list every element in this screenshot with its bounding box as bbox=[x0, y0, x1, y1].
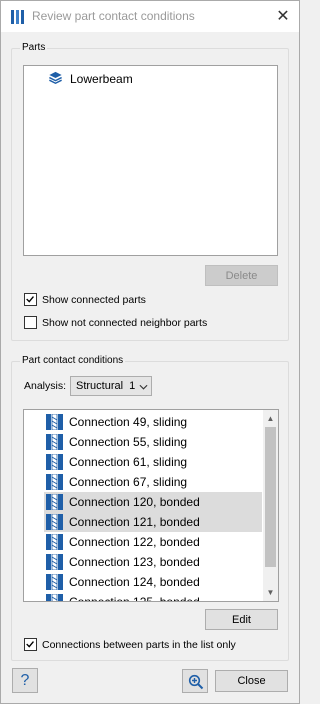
checkmark-icon bbox=[26, 296, 34, 303]
connection-row[interactable]: Connection 121, bonded bbox=[44, 512, 262, 532]
show-connected-checkbox[interactable] bbox=[24, 293, 37, 306]
connection-row-label: Connection 120, bonded bbox=[69, 495, 200, 509]
connection-row[interactable]: Connection 49, sliding bbox=[44, 412, 262, 432]
connection-row-label: Connection 61, sliding bbox=[69, 455, 188, 469]
connection-icon bbox=[46, 494, 63, 510]
title-bar: Review part contact conditions ✕ bbox=[1, 1, 299, 32]
connection-icon bbox=[46, 514, 63, 530]
connection-row[interactable]: Connection 124, bonded bbox=[44, 572, 262, 592]
connection-icon bbox=[46, 454, 63, 470]
connection-row-label: Connection 121, bonded bbox=[69, 515, 200, 529]
connection-row-label: Connection 123, bonded bbox=[69, 555, 200, 569]
dialog-window: Review part contact conditions ✕ Parts L… bbox=[0, 0, 300, 704]
edit-button[interactable]: Edit bbox=[205, 609, 278, 630]
connection-row[interactable]: Connection 123, bonded bbox=[44, 552, 262, 572]
connection-icon bbox=[46, 434, 63, 450]
connection-icon bbox=[46, 534, 63, 550]
show-not-connected-checkbox[interactable] bbox=[24, 316, 37, 329]
parts-group-title: Parts bbox=[20, 42, 48, 53]
scroll-thumb[interactable] bbox=[265, 427, 276, 567]
connection-icon bbox=[46, 474, 63, 490]
delete-button[interactable]: Delete bbox=[205, 265, 278, 286]
connection-row-label: Connection 124, bonded bbox=[69, 575, 200, 589]
parts-list[interactable]: Lowerbeam bbox=[23, 65, 278, 256]
connection-row-label: Connection 55, sliding bbox=[69, 435, 188, 449]
connections-list[interactable]: Connection 49, sliding Connection 55, sli… bbox=[23, 409, 279, 602]
connections-scrollbar[interactable]: ▲ ▼ bbox=[263, 410, 278, 601]
show-not-connected-label: Show not connected neighbor parts bbox=[42, 317, 208, 329]
scroll-up-icon[interactable]: ▲ bbox=[263, 411, 278, 426]
connection-row[interactable]: Connection 120, bonded bbox=[44, 492, 262, 512]
connection-row[interactable]: Connection 125, bonded bbox=[44, 592, 262, 602]
help-button[interactable]: ? bbox=[12, 668, 38, 693]
analysis-label: Analysis: bbox=[24, 380, 67, 392]
between-parts-label: Connections between parts in the list on… bbox=[42, 639, 236, 651]
checkmark-icon bbox=[26, 641, 34, 648]
connection-row[interactable]: Connection 55, sliding bbox=[44, 432, 262, 452]
connection-icon bbox=[46, 574, 63, 590]
zoom-in-icon bbox=[188, 674, 204, 690]
show-connected-label: Show connected parts bbox=[42, 294, 146, 306]
layers-icon bbox=[49, 71, 62, 85]
close-button[interactable]: Close bbox=[215, 670, 288, 692]
connection-icon bbox=[46, 414, 63, 430]
connection-row[interactable]: Connection 61, sliding bbox=[44, 452, 262, 472]
analysis-select-value: Structural 1 bbox=[76, 380, 136, 392]
window-title: Review part contact conditions bbox=[32, 9, 195, 23]
connection-row[interactable]: Connection 67, sliding bbox=[44, 472, 262, 492]
between-parts-checkbox[interactable] bbox=[24, 638, 37, 651]
close-icon[interactable]: ✕ bbox=[272, 6, 294, 28]
connection-icon bbox=[46, 554, 63, 570]
analysis-select[interactable]: Structural 1 bbox=[70, 376, 152, 396]
contacts-group-title: Part contact conditions bbox=[20, 355, 126, 366]
list-item[interactable]: Lowerbeam bbox=[46, 70, 196, 88]
connection-row-label: Connection 122, bonded bbox=[69, 535, 200, 549]
zoom-button[interactable] bbox=[182, 669, 208, 693]
app-icon bbox=[11, 10, 24, 24]
connection-row-label: Connection 49, sliding bbox=[69, 415, 188, 429]
help-icon: ? bbox=[20, 672, 30, 689]
connection-icon bbox=[46, 594, 63, 601]
scroll-down-icon[interactable]: ▼ bbox=[263, 585, 278, 600]
connection-row-label: Connection 125, bonded bbox=[69, 595, 200, 602]
list-item-label: Lowerbeam bbox=[70, 72, 133, 86]
connection-row-label: Connection 67, sliding bbox=[69, 475, 188, 489]
connection-row[interactable]: Connection 122, bonded bbox=[44, 532, 262, 552]
chevron-down-icon bbox=[139, 384, 148, 390]
